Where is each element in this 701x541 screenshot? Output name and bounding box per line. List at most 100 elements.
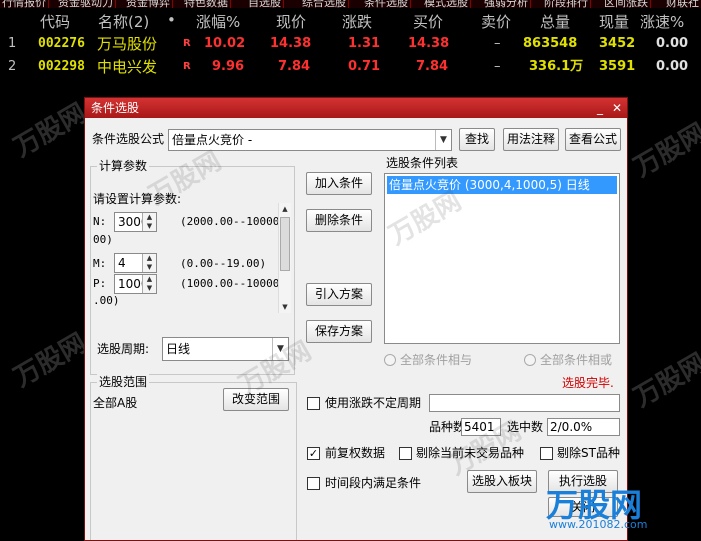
tab-fund-flow[interactable]: 资金驱动力 — [56, 0, 116, 8]
add-condition-button[interactable]: 加入条件 — [306, 172, 372, 195]
param-n-input[interactable]: 3000 ▲ ▼ — [114, 212, 157, 232]
function-tabs: 行情报价 资金驱动力 资金博弈 特色数据 自选股 综合选股 条件选股 模式选股 … — [0, 0, 701, 8]
radio-or-label: 全部条件相或 — [540, 353, 613, 367]
formula-label: 条件选股公式 — [92, 132, 165, 146]
tab-comprehensive[interactable]: 综合选股 — [300, 0, 349, 8]
tab-strength[interactable]: 强弱分析 — [482, 0, 531, 8]
save-plan-button[interactable]: 保存方案 — [306, 320, 372, 343]
row-index: 2 — [8, 59, 17, 74]
chevron-down-icon[interactable]: ▼ — [435, 130, 451, 150]
close-icon[interactable]: ✕ — [610, 101, 624, 115]
col-dot: • — [167, 11, 176, 29]
tab-cls[interactable]: 财联社 — [664, 0, 701, 8]
scroll-down-icon[interactable]: ▼ — [279, 301, 291, 313]
row-index: 1 — [8, 36, 17, 51]
speed-value: 0.00 — [656, 59, 689, 74]
site-url: www.201082.com — [549, 518, 648, 531]
spin-arrows-icon[interactable]: ▲ ▼ — [142, 254, 156, 272]
scroll-up-icon[interactable]: ▲ — [279, 203, 291, 215]
param-range-cont: 00) — [93, 233, 113, 246]
stock-name: 中电兴发 — [97, 58, 158, 76]
watermark: 万股网 — [8, 328, 92, 394]
col-speed[interactable]: 涨速% — [640, 11, 684, 33]
table-row[interactable]: 1 002276 万马股份 R 10.02 14.38 1.31 14.38 –… — [0, 34, 701, 54]
price-value: 7.84 — [278, 59, 311, 74]
col-name[interactable]: 名称(2) — [98, 11, 149, 33]
stock-name: 万马股份 — [97, 35, 158, 53]
param-label: P: — [93, 277, 107, 290]
dialog-title: 条件选股 — [91, 101, 140, 115]
period-value: 日线 — [166, 342, 191, 356]
dialog-title-bar[interactable]: 条件选股 — [85, 98, 627, 118]
params-scrollbar[interactable]: ▲ ▼ — [278, 203, 291, 313]
param-m-value: 4 — [118, 256, 126, 270]
change-value: 0.71 — [348, 59, 381, 74]
ask-value: – — [494, 36, 501, 51]
param-range: (0.00--19.00) — [180, 257, 267, 270]
tab-special-data[interactable]: 特色数据 — [182, 0, 231, 8]
col-pct[interactable]: 涨幅% — [196, 11, 240, 33]
period-label: 选股周期: — [97, 342, 150, 356]
exclude-untraded-checkbox[interactable] — [399, 447, 412, 460]
in-period-label: 时间段内满足条件 — [325, 476, 422, 490]
watermark: 万股网 — [628, 348, 701, 414]
volume-value: 863548 — [523, 36, 578, 51]
param-range-cont: .00) — [93, 294, 120, 307]
param-m-input[interactable]: 4 ▲ ▼ — [114, 253, 157, 273]
cur-vol-value: 3452 — [599, 36, 636, 51]
exclude-st-checkbox[interactable] — [540, 447, 553, 460]
radio-and[interactable] — [384, 354, 396, 366]
ask-value: – — [494, 59, 501, 74]
tab-quotes[interactable]: 行情报价 — [0, 0, 49, 8]
scroll-thumb[interactable] — [280, 217, 290, 271]
delete-condition-button[interactable]: 删除条件 — [306, 209, 372, 232]
pct-value: 9.96 — [212, 59, 245, 74]
tab-stage-rank[interactable]: 阶段排行 — [542, 0, 591, 8]
col-code[interactable]: 代码 — [40, 11, 70, 33]
param-p-input[interactable]: 1000 ▲ ▼ — [114, 274, 157, 294]
list-item[interactable]: 倍量点火竞价 (3000,4,1000,5) 日线 — [387, 176, 617, 194]
range-value: 全部A股 — [93, 396, 138, 410]
price-value: 14.38 — [270, 36, 312, 51]
financing-flag: R — [183, 38, 191, 49]
usage-notes-button[interactable]: 用法注释 — [503, 128, 559, 151]
change-value: 1.31 — [348, 36, 381, 51]
col-ask[interactable]: 卖价 — [481, 11, 511, 33]
import-plan-button[interactable]: 引入方案 — [306, 283, 372, 306]
tab-watchlist[interactable]: 自选股 — [246, 0, 284, 8]
col-change[interactable]: 涨跌 — [342, 11, 372, 33]
spin-arrows-icon[interactable]: ▲ ▼ — [142, 213, 156, 231]
param-range: (1000.00--100000 — [180, 277, 286, 290]
select-into-block-button[interactable]: 选股入板块 — [467, 470, 537, 493]
selected-value: 2/0.0% — [547, 418, 620, 436]
calc-params-title: 计算参数 — [97, 158, 150, 174]
col-volume[interactable]: 总量 — [540, 11, 570, 33]
use-uncertain-label: 使用涨跌不定周期 — [325, 396, 422, 410]
uncertain-period-input[interactable] — [429, 394, 620, 412]
view-formula-button[interactable]: 查看公式 — [565, 128, 621, 151]
in-period-checkbox[interactable] — [307, 477, 320, 490]
select-range-group: 选股范围 全部A股 改变范围 — [90, 374, 297, 540]
col-cur-vol[interactable]: 现量 — [599, 11, 629, 33]
pct-value: 10.02 — [204, 36, 246, 51]
prev-adjust-checkbox[interactable]: ✓ — [307, 447, 320, 460]
tab-fund-game[interactable]: 资金博弈 — [124, 0, 173, 8]
col-price[interactable]: 现价 — [276, 11, 306, 33]
stock-code: 002298 — [38, 59, 85, 74]
radio-or[interactable] — [524, 354, 536, 366]
param-range: (2000.00--10000. — [180, 215, 286, 228]
param-label: M: — [93, 257, 107, 270]
col-bid[interactable]: 买价 — [413, 11, 443, 33]
tab-range-change[interactable]: 区间涨跌 — [602, 0, 651, 8]
spin-arrows-icon[interactable]: ▲ ▼ — [142, 275, 156, 293]
volume-value: 336.1万 — [529, 59, 584, 74]
condition-select-dialog: 条件选股 _ ✕ 条件选股公式 倍量点火竞价 - ▼ 查找 用法注释 查看公式 … — [84, 97, 628, 541]
tab-condition-select[interactable]: 条件选股 — [362, 0, 411, 8]
table-row[interactable]: 2 002298 中电兴发 R 9.96 7.84 0.71 7.84 – 33… — [0, 57, 701, 77]
minimize-icon[interactable]: _ — [593, 101, 607, 115]
find-button[interactable]: 查找 — [459, 128, 495, 151]
use-uncertain-checkbox[interactable] — [307, 397, 320, 410]
tab-pattern-select[interactable]: 模式选股 — [422, 0, 471, 8]
status-text: 选股完毕. — [562, 376, 614, 390]
bid-value: 7.84 — [416, 59, 449, 74]
